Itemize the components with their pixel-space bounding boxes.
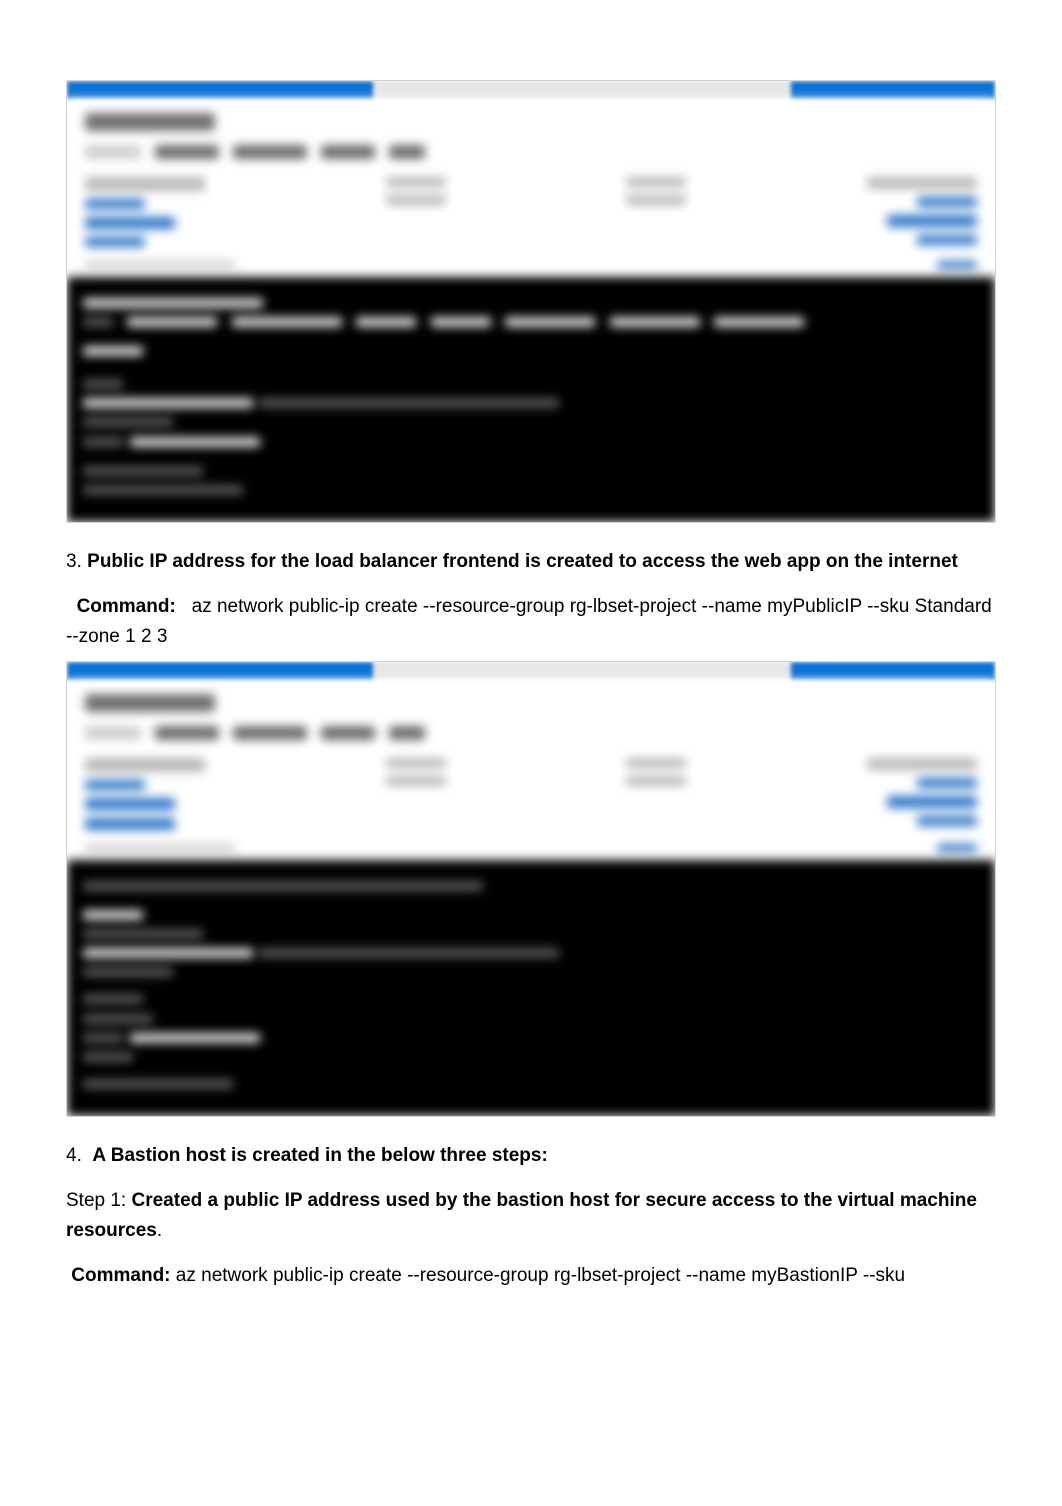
section-3-heading: 3. Public IP address for the load balanc… xyxy=(66,547,996,576)
tab-item xyxy=(155,145,219,159)
command-label: Command: xyxy=(71,1265,170,1286)
command-text: az network public-ip create --resource-g… xyxy=(66,596,992,646)
step-1-suffix: . xyxy=(157,1220,162,1241)
document-page: 3. Public IP address for the load balanc… xyxy=(0,0,1062,1421)
command-text: az network public-ip create --resource-g… xyxy=(176,1265,905,1286)
tab-item xyxy=(155,726,219,740)
portal-tabs xyxy=(85,726,977,740)
resource-details-columns xyxy=(85,758,977,830)
step-1-prefix: Step 1: xyxy=(66,1190,126,1211)
step-1-text: Created a public IP address used by the … xyxy=(66,1190,977,1240)
resource-title xyxy=(85,113,215,131)
section-4-heading: 4. A Bastion host is created in the belo… xyxy=(66,1141,996,1170)
section-4-title: A Bastion host is created in the below t… xyxy=(92,1145,547,1166)
list-number: 4. xyxy=(66,1145,82,1166)
tab-item xyxy=(389,726,425,740)
cloud-shell-terminal-1 xyxy=(67,277,995,522)
portal-topbar xyxy=(67,81,995,99)
tab-item xyxy=(233,145,307,159)
list-number: 3. xyxy=(66,551,82,572)
section-3-title: Public IP address for the load balancer … xyxy=(87,551,958,572)
portal-header-area xyxy=(67,680,995,860)
command-label: Command: xyxy=(77,596,176,617)
resource-details-columns xyxy=(85,177,977,247)
tab-item xyxy=(389,145,425,159)
cloud-shell-terminal-2 xyxy=(67,860,995,1116)
resource-title xyxy=(85,694,215,712)
section-3-command-line: Command: az network public-ip create --r… xyxy=(66,592,996,651)
azure-portal-screenshot-1 xyxy=(66,80,996,523)
section-4-command-line: Command: az network public-ip create --r… xyxy=(66,1261,996,1290)
tab-item xyxy=(321,726,375,740)
tab-item xyxy=(85,726,141,740)
tab-item xyxy=(233,726,307,740)
portal-tabs xyxy=(85,145,977,159)
tab-item xyxy=(85,145,141,159)
portal-header-area xyxy=(67,99,995,277)
step-1-line: Step 1: Created a public IP address used… xyxy=(66,1186,996,1245)
portal-topbar xyxy=(67,662,995,680)
azure-portal-screenshot-2 xyxy=(66,661,996,1117)
tab-item xyxy=(321,145,375,159)
